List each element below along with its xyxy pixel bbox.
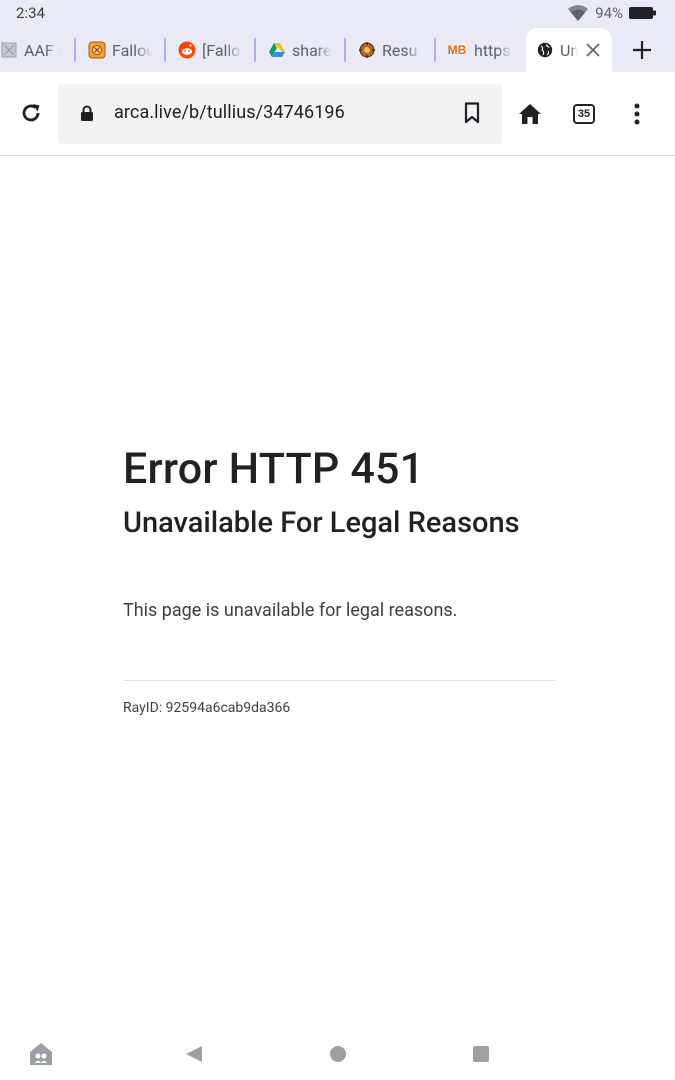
tab-title: Resu [382,40,418,60]
recents-button[interactable] [471,1042,491,1066]
plus-icon [633,41,651,59]
recents-icon [473,1046,489,1062]
status-time: 2:34 [16,4,45,22]
tab-separator [344,38,346,62]
tab-title: Fallou [112,40,152,60]
tab-active[interactable]: Un [526,28,612,72]
tab-title: AAF U [24,40,60,60]
status-icons: 94% [567,4,657,22]
tab-title: [Fallo [202,40,241,60]
battery-icon [629,6,657,20]
kids-home-icon [30,1043,52,1065]
error-title: Error HTTP 451 [123,444,425,494]
tab-strip: AAF U Fallou [Fallo share Resu MB https [0,28,675,72]
site-favicon-icon [358,41,376,59]
url-text[interactable]: arca.live/b/tullius/34746196 [114,102,345,123]
mb-favicon-icon: MB [447,43,467,57]
system-nav-bar [0,1030,675,1080]
tab-separator [164,38,166,62]
more-vert-icon [634,103,640,125]
tab-5[interactable]: MB https [446,36,512,64]
globe-icon [536,41,554,59]
error-description: This page is unavailable for legal reaso… [123,600,458,621]
battery-percent: 94% [595,4,623,22]
tab-switcher-button[interactable]: 35 [573,104,595,124]
tab-3[interactable]: share [268,36,334,64]
tab-0[interactable]: AAF U [0,36,62,64]
reddit-icon [178,41,196,59]
home-button[interactable] [516,100,544,128]
menu-button[interactable] [626,100,648,128]
kids-home-button[interactable] [28,1042,54,1066]
back-button[interactable] [184,1042,204,1066]
close-tab-icon[interactable] [584,40,602,60]
status-bar: 2:34 94% [0,0,675,28]
google-drive-icon [268,41,286,59]
ray-id: RayID: 92594a6cab9da366 [123,700,291,716]
fallout-favicon-icon [88,41,106,59]
reload-icon [22,104,40,122]
bookmark-icon[interactable] [464,102,480,128]
home-circle-icon [330,1046,346,1062]
browser-toolbar: arca.live/b/tullius/34746196 35 [0,72,675,156]
back-icon [186,1046,202,1062]
home-icon [519,104,541,124]
wifi-icon [567,4,589,22]
tab-2[interactable]: [Fallo [178,36,244,64]
tab-title: Un [560,40,578,60]
tab-separator [434,38,436,62]
home-nav-button[interactable] [328,1042,348,1066]
new-tab-button[interactable] [628,36,656,64]
divider [123,680,555,681]
aaf-favicon-icon [0,41,18,59]
tab-4[interactable]: Resu [358,36,424,64]
tab-title: share [292,40,332,60]
reload-button[interactable] [16,98,46,128]
tab-1[interactable]: Fallou [88,36,154,64]
tab-title: https [474,40,511,60]
tab-separator [74,38,76,62]
address-bar[interactable]: arca.live/b/tullius/34746196 [58,84,502,144]
lock-icon[interactable] [80,105,94,126]
tab-separator [254,38,256,62]
error-subtitle: Unavailable For Legal Reasons [123,506,520,540]
